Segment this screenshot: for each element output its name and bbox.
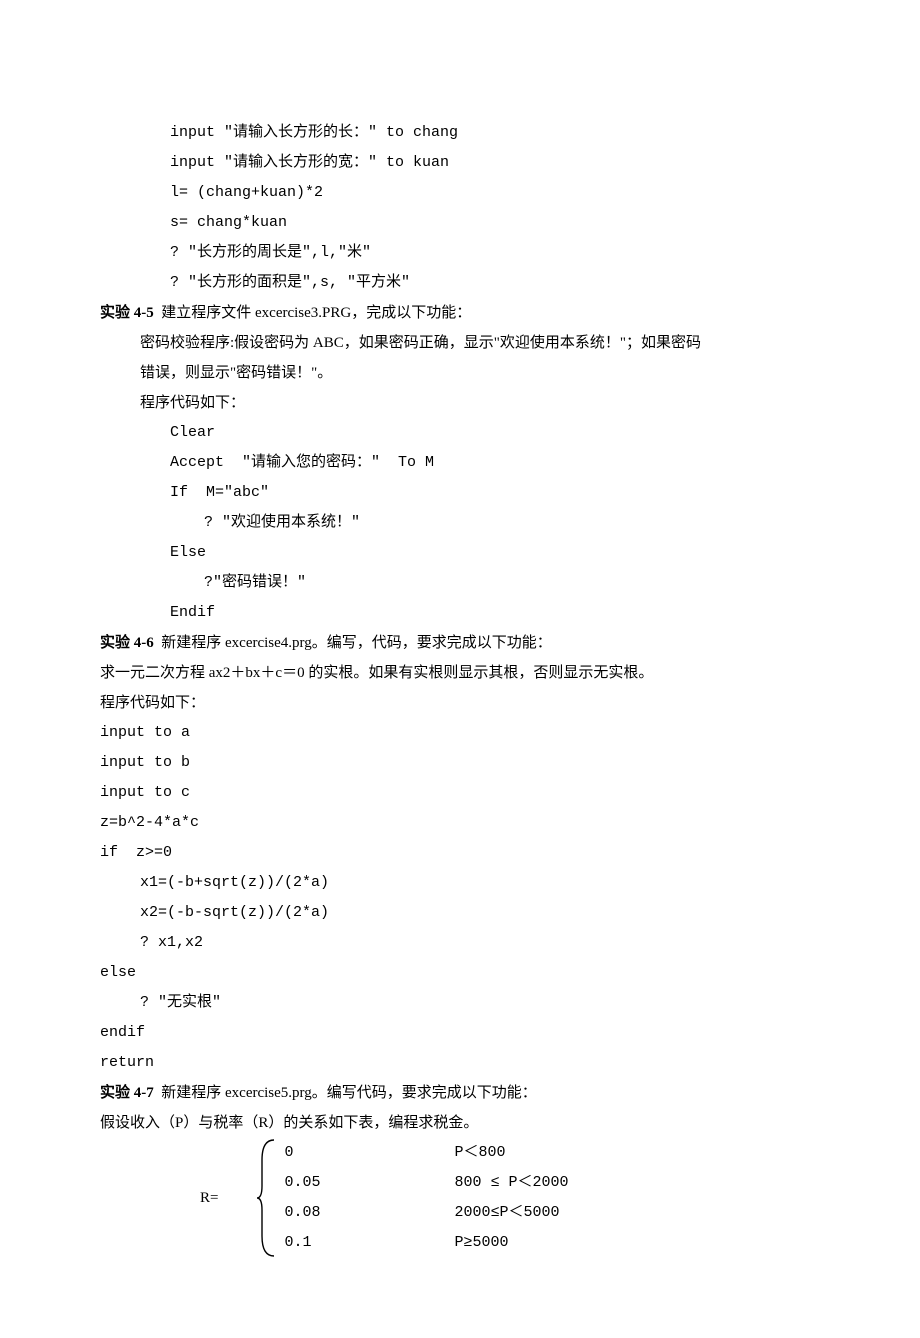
code-line: endif (100, 1018, 820, 1048)
heading-title: 实验 4-5 (100, 305, 154, 321)
heading-title: 实验 4-7 (100, 1085, 154, 1101)
code-line: input to a (100, 718, 820, 748)
tax-row: 0.1 P≥5000 (284, 1228, 568, 1258)
tax-cond: 2000≤P＜5000 (454, 1198, 559, 1228)
code-line: l= (chang+kuan)*2 (100, 178, 820, 208)
code-line: ? x1,x2 (100, 928, 820, 958)
tax-rate: 0.08 (284, 1198, 454, 1228)
code-block-46: input to a input to b input to c z=b^2-4… (100, 718, 820, 1078)
heading-title: 实验 4-6 (100, 635, 154, 651)
code-line: input "请输入长方形的长：" to chang (100, 118, 820, 148)
paragraph: 错误，则显示"密码错误！"。 (100, 358, 820, 388)
tax-row: 0.05 800 ≤ P＜2000 (284, 1168, 568, 1198)
tax-cond: P＜800 (454, 1138, 505, 1168)
code-line: ?"密码错误！" (100, 568, 820, 598)
tax-rate: 0.05 (284, 1168, 454, 1198)
heading-line: 实验 4-7 新建程序 excercise5.prg。编写代码，要求完成以下功能… (100, 1078, 820, 1108)
code-line: x2=(-b-sqrt(z))/(2*a) (100, 898, 820, 928)
tax-rate: 0.1 (284, 1228, 454, 1258)
code-line: Endif (100, 598, 820, 628)
experiment-4-6: 实验 4-6 新建程序 excercise4.prg。编写，代码，要求完成以下功… (100, 628, 820, 1078)
heading-line: 实验 4-5 建立程序文件 excercise3.PRG，完成以下功能： (100, 298, 820, 328)
code-line: ? "长方形的面积是",s, "平方米" (100, 268, 820, 298)
left-brace-icon (256, 1138, 278, 1258)
tax-cond: P≥5000 (454, 1228, 508, 1258)
code-line: if z>=0 (100, 838, 820, 868)
code-block-prev: input "请输入长方形的长：" to chang input "请输入长方形… (100, 118, 820, 298)
code-line: Clear (100, 418, 820, 448)
experiment-4-7: 实验 4-7 新建程序 excercise5.prg。编写代码，要求完成以下功能… (100, 1078, 820, 1258)
code-line: ? "欢迎使用本系统！" (100, 508, 820, 538)
tax-table: R= 0 P＜800 0.05 800 ≤ P＜2000 0.08 2000≤P… (100, 1138, 820, 1258)
tax-row: 0 P＜800 (284, 1138, 568, 1168)
code-line: return (100, 1048, 820, 1078)
tax-rate: 0 (284, 1138, 454, 1168)
code-line: z=b^2-4*a*c (100, 808, 820, 838)
paragraph: 程序代码如下： (100, 388, 820, 418)
tax-row: 0.08 2000≤P＜5000 (284, 1198, 568, 1228)
paragraph: 假设收入（P）与税率（R）的关系如下表，编程求税金。 (100, 1108, 820, 1138)
code-line: Else (100, 538, 820, 568)
code-block-45: Clear Accept "请输入您的密码：" To M If M="abc" … (100, 418, 820, 628)
tax-cond: 800 ≤ P＜2000 (454, 1168, 568, 1198)
heading-desc: 新建程序 excercise5.prg。编写代码，要求完成以下功能： (154, 1085, 537, 1101)
code-line: input to b (100, 748, 820, 778)
code-line: x1=(-b+sqrt(z))/(2*a) (100, 868, 820, 898)
code-line: If M="abc" (100, 478, 820, 508)
code-line: else (100, 958, 820, 988)
code-line: Accept "请输入您的密码：" To M (100, 448, 820, 478)
tax-rows: 0 P＜800 0.05 800 ≤ P＜2000 0.08 2000≤P＜50… (278, 1138, 568, 1258)
paragraph: 求一元二次方程 ax2＋bx＋c＝0 的实根。如果有实根则显示其根，否则显示无实… (100, 658, 820, 688)
experiment-4-5: 实验 4-5 建立程序文件 excercise3.PRG，完成以下功能： 密码校… (100, 298, 820, 628)
code-line: s= chang*kuan (100, 208, 820, 238)
heading-desc: 建立程序文件 excercise3.PRG，完成以下功能： (154, 305, 471, 321)
paragraph: 程序代码如下： (100, 688, 820, 718)
code-line: ? "无实根" (100, 988, 820, 1018)
code-line: input to c (100, 778, 820, 808)
heading-line: 实验 4-6 新建程序 excercise4.prg。编写，代码，要求完成以下功… (100, 628, 820, 658)
r-equals-label: R= (200, 1138, 256, 1258)
paragraph: 密码校验程序:假设密码为 ABC，如果密码正确，显示"欢迎使用本系统！"；如果密… (100, 328, 820, 358)
code-line: input "请输入长方形的宽：" to kuan (100, 148, 820, 178)
code-line: ? "长方形的周长是",l,"米" (100, 238, 820, 268)
heading-desc: 新建程序 excercise4.prg。编写，代码，要求完成以下功能： (154, 635, 552, 651)
